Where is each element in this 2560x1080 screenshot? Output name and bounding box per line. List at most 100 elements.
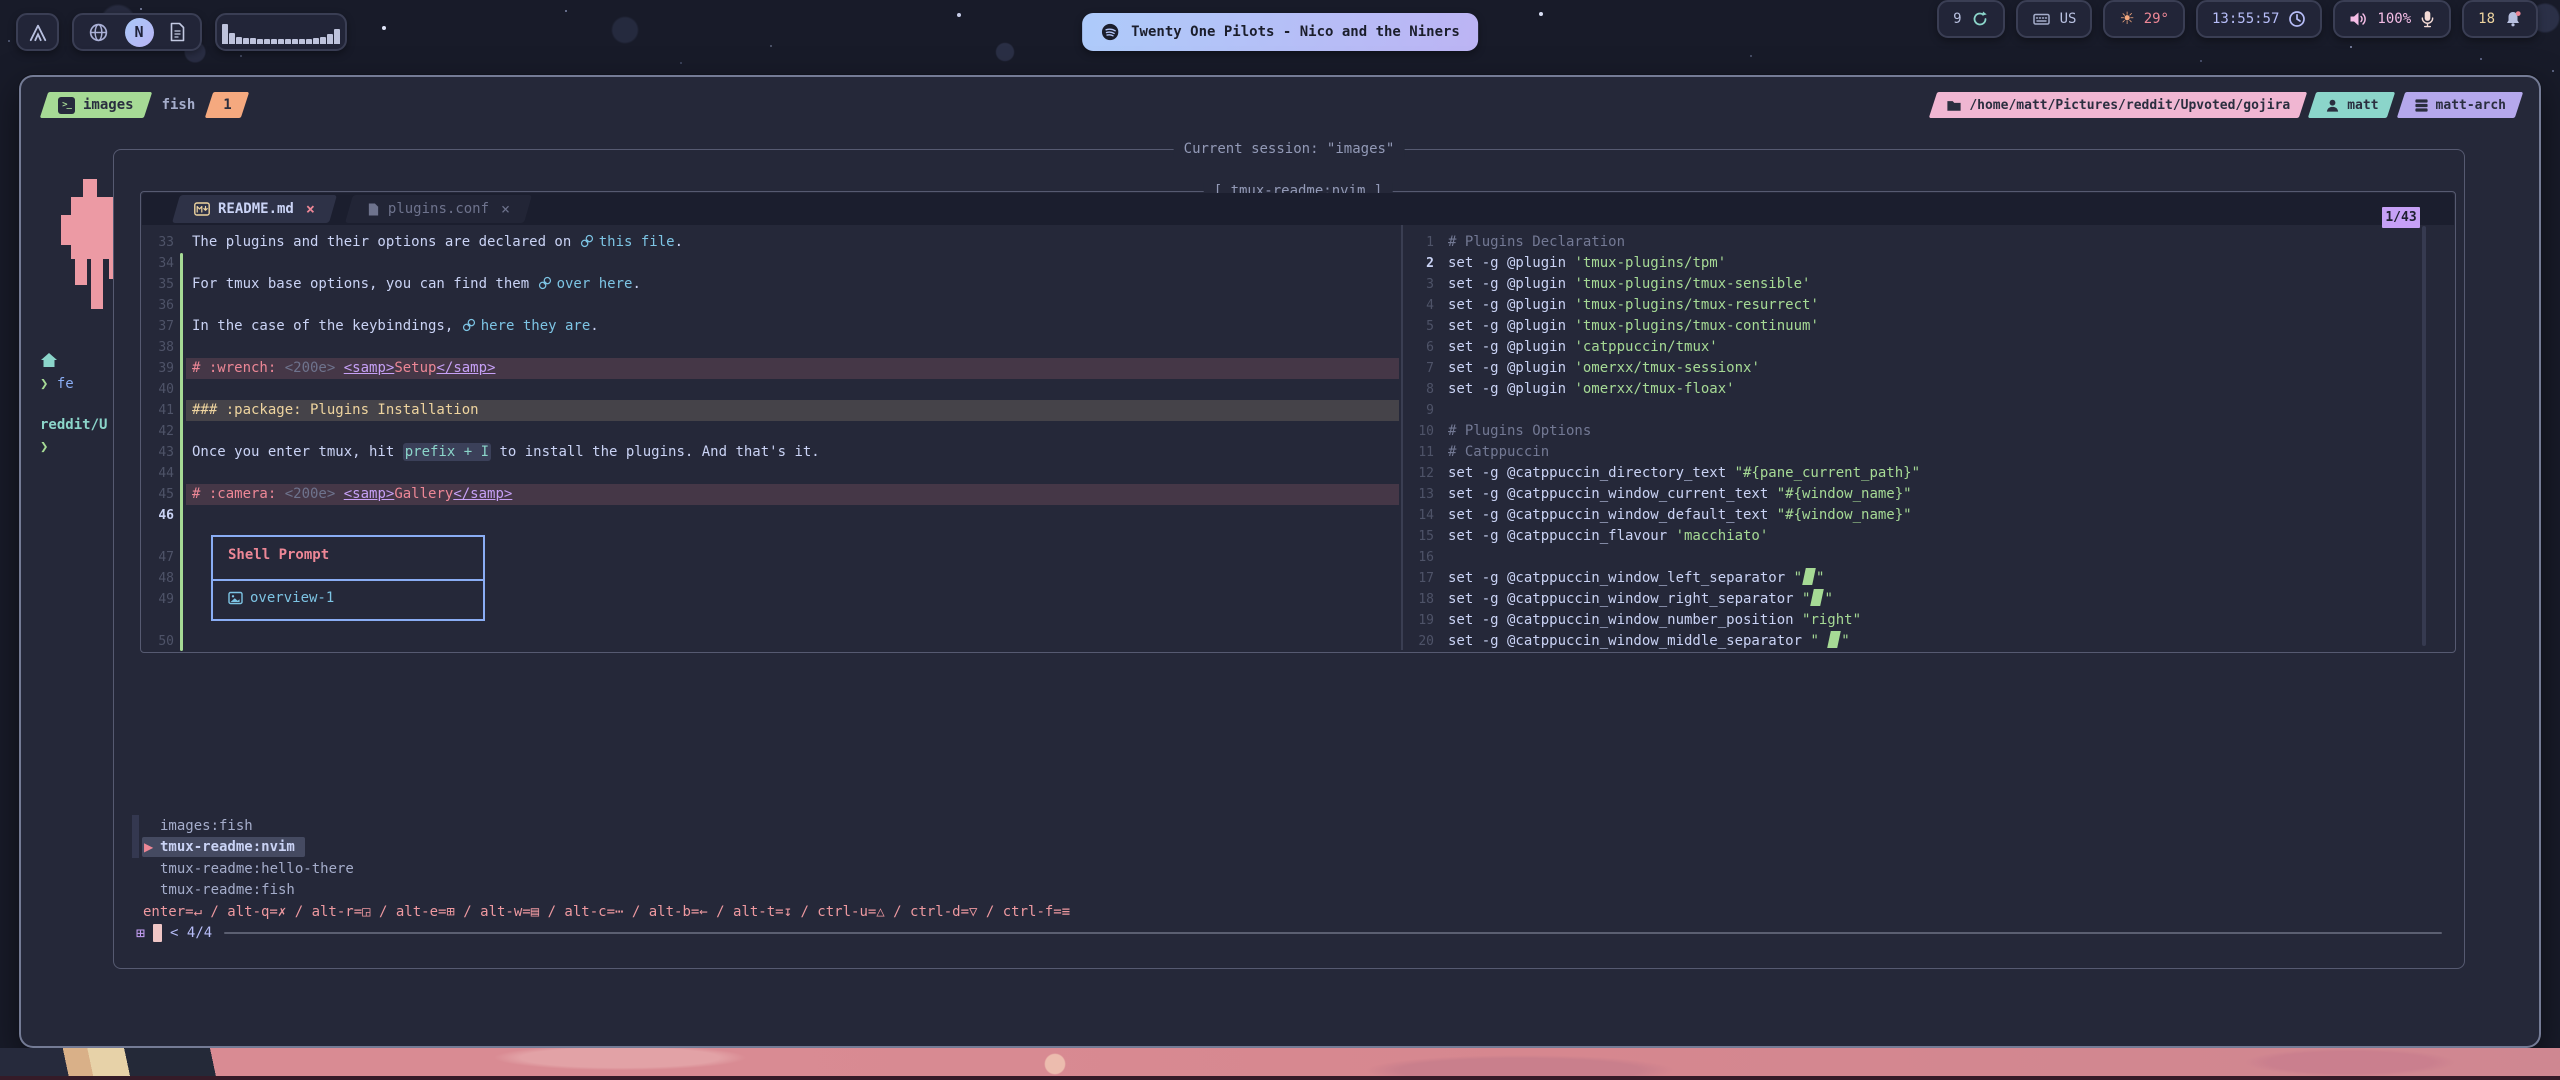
buffer-tab-readme[interactable]: README.md ×: [176, 194, 333, 224]
tmux-window-images[interactable]: >_ images: [44, 92, 148, 118]
histogram-bars: [222, 20, 340, 44]
keyboard-layout-widget[interactable]: US: [2016, 0, 2093, 38]
media-player-widget[interactable]: Twenty One Pilots - Nico and the Niners: [1082, 13, 1478, 51]
graph-bar: [243, 38, 249, 44]
separator-glyph: [1802, 568, 1816, 585]
weather-widget[interactable]: ☀ 29°: [2103, 0, 2185, 38]
editor-line: 11# Catppuccin: [1412, 442, 2452, 463]
line-number: 4: [1412, 295, 1434, 316]
session-list-item[interactable]: tmux-readme:hello-there: [132, 858, 2382, 880]
pane-separator[interactable]: [1401, 225, 1403, 650]
audio-widget[interactable]: 100%: [2333, 0, 2451, 38]
code-segment: ": [1810, 633, 1827, 649]
session-list-item[interactable]: images:fish: [132, 815, 2382, 837]
line-number: 37: [144, 316, 174, 337]
current-path: /home/matt/Pictures/reddit/Upvoted/gojir…: [1969, 98, 2290, 113]
notification-count: 18: [2478, 11, 2495, 27]
code-segment: prefix + I: [403, 443, 491, 461]
close-buffer-icon[interactable]: ×: [501, 200, 510, 218]
line-number: 47: [144, 547, 174, 568]
system-graph-widget[interactable]: [215, 13, 347, 51]
browser-app-button[interactable]: [88, 22, 109, 43]
code-segment: set -g @catppuccin_window_left_separator: [1448, 570, 1794, 586]
table-divider: [213, 579, 483, 581]
graph-bar: [250, 38, 256, 44]
code-segment: "#{window_name}": [1777, 486, 1912, 502]
nvim-app-button[interactable]: N: [125, 18, 154, 47]
code-segment: "#{pane_current_path}": [1735, 465, 1920, 481]
current-path-segment: /home/matt/Pictures/reddit/Upvoted/gojir…: [1933, 92, 2303, 118]
separator-glyph: [1811, 589, 1825, 606]
editor-line: 33The plugins and their options are decl…: [144, 232, 1399, 253]
close-buffer-icon[interactable]: ×: [306, 200, 315, 218]
globe-icon: [88, 22, 109, 43]
line-number: 8: [1412, 379, 1434, 400]
code-segment: 'catppuccin/tmux': [1574, 339, 1717, 355]
line-content: # Plugins Declaration: [1448, 232, 1625, 253]
line-content: set -g @plugin 'omerxx/tmux-sessionx': [1448, 358, 1760, 379]
refresh-icon: [1971, 10, 1989, 28]
speaker-icon: [2349, 10, 2368, 28]
markdown-icon: [194, 202, 210, 216]
buffer-tab-plugins[interactable]: plugins.conf ×: [349, 194, 528, 224]
document-app-button[interactable]: [169, 22, 186, 42]
grid-icon: ⊞: [136, 924, 145, 942]
editor-right-pane[interactable]: 1# Plugins Declaration2set -g @plugin 't…: [1412, 232, 2452, 652]
clock-widget[interactable]: 13:55:57: [2196, 0, 2322, 38]
editor-line: 19set -g @catppuccin_window_number_posit…: [1412, 610, 2452, 631]
window-label: images: [83, 97, 134, 113]
line-content: # Catppuccin: [1448, 442, 1549, 463]
code-segment: .: [590, 318, 598, 334]
link-icon: [538, 276, 552, 290]
editor-line: 35For tmux base options, you can find th…: [144, 274, 1399, 295]
prompt-char: ❯: [40, 376, 48, 392]
graph-bar: [320, 37, 326, 44]
tmux-window-index[interactable]: 1: [209, 92, 245, 118]
code-segment: # Plugins Declaration: [1448, 234, 1625, 250]
line-number: 49: [144, 589, 174, 610]
code-segment: # :wrench:: [192, 360, 285, 376]
line-content: set -g @plugin 'omerxx/tmux-floax': [1448, 379, 1735, 400]
session-name: images:fish: [160, 818, 253, 834]
shell-cwd: reddit/U: [40, 417, 107, 433]
editor-line: 9: [1412, 400, 2452, 421]
session-list-item[interactable]: ▶tmux-readme:nvim: [132, 837, 2382, 859]
line-number: 48: [144, 568, 174, 589]
line-content: # :wrench: <200e> <samp>Setup</samp>: [192, 358, 495, 379]
tmux-window-list: >_ images fish 1: [44, 92, 246, 118]
search-count-badge: 1/43: [2382, 207, 2420, 228]
editor-line: 37 In the case of the keybindings, here t…: [144, 316, 1399, 337]
code-segment: set -g @plugin: [1448, 339, 1574, 355]
line-number: 12: [1412, 463, 1434, 484]
code-segment: 'tmux-plugins/tmux-resurrect': [1574, 297, 1818, 313]
markdown-table: Shell Prompt overview-1: [211, 535, 485, 621]
code-segment: <200e>: [285, 360, 336, 376]
code-segment: set -g @catppuccin_directory_text: [1448, 465, 1735, 481]
updates-widget[interactable]: 9: [1937, 0, 2004, 38]
code-segment: 'macchiato': [1676, 528, 1769, 544]
code-segment: Gallery: [394, 486, 453, 502]
editor-line: 38: [144, 337, 1399, 358]
fzf-prompt[interactable]: ⊞ < 4/4: [136, 922, 2442, 944]
editor-line: 10# Plugins Options: [1412, 421, 2452, 442]
editor-line: 5set -g @plugin 'tmux-plugins/tmux-conti…: [1412, 316, 2452, 337]
shell-prompt-line: ❯ fe: [40, 376, 74, 392]
code-segment: </samp>: [453, 486, 512, 502]
notifications-widget[interactable]: 18: [2462, 0, 2538, 38]
code-segment: over here: [557, 276, 633, 292]
keybinding-help: enter=↵ / alt-q=✗ / alt-r=◲ / alt-e=⊞ / …: [143, 901, 1070, 923]
line-content: Once you enter tmux, hit prefix + I to i…: [192, 442, 820, 463]
editor-line: 7set -g @plugin 'omerxx/tmux-sessionx': [1412, 358, 2452, 379]
line-content: In the case of the keybindings, here the…: [192, 316, 599, 337]
code-segment: 'omerxx/tmux-sessionx': [1574, 360, 1759, 376]
launcher-button[interactable]: [16, 13, 59, 51]
tmux-window-fish[interactable]: fish: [162, 97, 196, 113]
line-number: 3: [1412, 274, 1434, 295]
session-list-item[interactable]: tmux-readme:fish: [132, 880, 2382, 902]
editor-line: 4set -g @plugin 'tmux-plugins/tmux-resur…: [1412, 295, 2452, 316]
terminal-window: >_ images fish 1 /home/matt/Pictures/red…: [19, 75, 2541, 1048]
code-segment: here they are: [481, 318, 591, 334]
keyboard-layout: US: [2060, 11, 2077, 27]
line-content: set -g @catppuccin_directory_text "#{pan…: [1448, 463, 1920, 484]
clock-icon: [2288, 10, 2306, 28]
